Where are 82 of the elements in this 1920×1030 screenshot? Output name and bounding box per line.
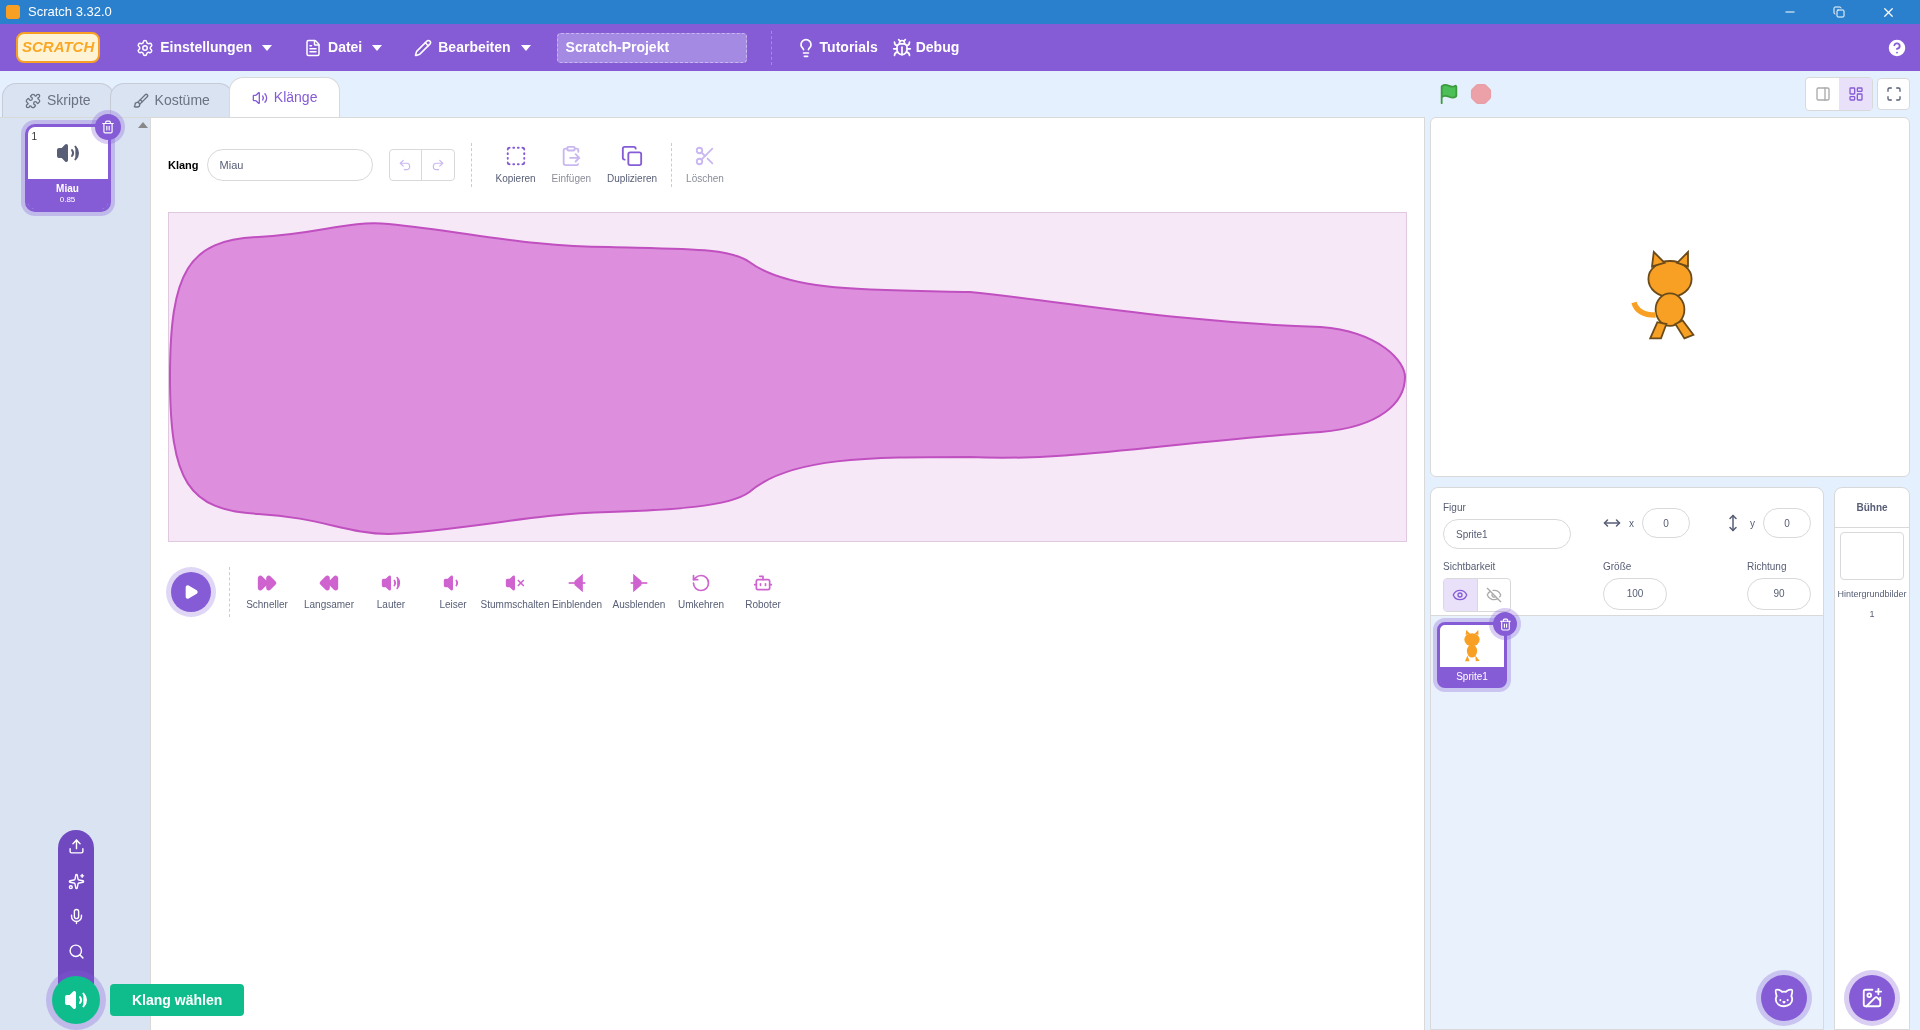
pencil-icon: [414, 38, 433, 57]
mute-icon: [505, 572, 525, 593]
editor-tab[interactable]: Skripte: [2, 83, 114, 117]
menu-link[interactable]: Tutorials: [795, 37, 878, 58]
image-icon: [1861, 987, 1883, 1009]
backdrops-label: Hintergrundbilder: [1837, 588, 1907, 601]
sprite-tile[interactable]: Sprite1: [1437, 622, 1507, 688]
app-icon: [6, 5, 20, 19]
y-label: y: [1750, 516, 1755, 531]
menu-item[interactable]: Einstellungen: [124, 24, 284, 71]
show-button[interactable]: [1444, 578, 1478, 611]
restore-icon[interactable]: [1833, 6, 1845, 18]
tooltip: Klang wählen: [110, 984, 245, 1016]
backdrops-count: 1: [1869, 607, 1875, 621]
gear-icon: [136, 38, 155, 57]
window-title: Scratch 3.32.0: [28, 3, 112, 22]
undo-icon: [398, 158, 413, 172]
fullscreen-icon: [1885, 86, 1902, 102]
toolbar-button[interactable]: Kopieren: [487, 144, 544, 186]
hidden-eye-icon: [1485, 586, 1502, 603]
trash-icon: [1498, 617, 1512, 631]
menu-item[interactable]: Bearbeiten: [402, 24, 543, 71]
caret-icon: [372, 44, 383, 51]
copy-icon: [621, 144, 644, 167]
menu-link[interactable]: Debug: [891, 37, 960, 58]
cat-icon: [1773, 987, 1795, 1009]
search-icon[interactable]: [67, 943, 85, 960]
sound-name-label: Klang: [168, 157, 199, 173]
effect-button[interactable]: Umkehren: [670, 572, 732, 612]
effect-button[interactable]: Ausblenden: [608, 572, 670, 612]
effect-button[interactable]: Schneller: [236, 572, 298, 612]
fade-in-icon: [567, 572, 587, 593]
caret-icon: [262, 44, 272, 51]
speaker-icon: [55, 141, 80, 165]
normal-stage-icon: [1847, 86, 1864, 102]
visibility-label: Sichtbarkeit: [1443, 559, 1497, 574]
stage-size-button[interactable]: [1839, 78, 1872, 110]
sound-name: Miau: [56, 183, 79, 195]
rotate-icon: [691, 572, 711, 593]
puzzle-icon: [25, 92, 41, 109]
redo-icon: [430, 158, 445, 172]
speaker-icon: [381, 572, 401, 593]
caret-icon: [520, 44, 531, 51]
choose-sound-button[interactable]: [52, 976, 100, 1024]
effect-button[interactable]: Lauter: [360, 572, 422, 612]
fullscreen-button[interactable]: [1877, 78, 1910, 110]
flag-icon[interactable]: [1438, 83, 1460, 105]
effect-button[interactable]: Langsamer: [298, 572, 360, 612]
bug-icon: [891, 37, 912, 58]
selection-icon: [504, 144, 527, 167]
backdrop-thumbnail[interactable]: [1840, 532, 1904, 580]
editor-tab[interactable]: Klänge: [228, 77, 341, 117]
choose-sprite-button[interactable]: [1761, 975, 1807, 1021]
sparkle-icon[interactable]: [67, 873, 85, 890]
size-label: Größe: [1603, 559, 1633, 574]
toolbar-button[interactable]: Duplizieren: [599, 144, 666, 186]
trash-icon: [100, 120, 115, 134]
small-stage-icon: [1814, 86, 1831, 102]
play-button[interactable]: [171, 572, 211, 612]
sound-tile[interactable]: 1 Miau 0.85: [24, 124, 111, 212]
speaker-icon: [251, 89, 268, 106]
play-icon: [183, 584, 199, 600]
sprite-label: Figur: [1443, 501, 1467, 515]
fade-out-icon: [629, 572, 649, 593]
help-icon[interactable]: [1886, 36, 1908, 59]
stage-title: Bühne: [1835, 488, 1909, 528]
direction-label: Richtung: [1747, 559, 1788, 574]
rewind-icon: [319, 572, 339, 593]
effect-button[interactable]: Roboter: [732, 572, 794, 612]
sprite-name: Sprite1: [1440, 667, 1504, 685]
brush-icon: [132, 92, 149, 109]
sound-number: 1: [31, 130, 38, 144]
fast-forward-icon: [257, 572, 277, 593]
menu-item[interactable]: Datei: [292, 24, 395, 71]
choose-backdrop-button[interactable]: [1849, 975, 1895, 1021]
document-icon: [304, 38, 322, 57]
sound-duration: 0.85: [59, 195, 76, 205]
x-label: x: [1629, 516, 1634, 531]
scissors-icon: [694, 144, 716, 167]
speaker-plus-icon: [64, 988, 88, 1012]
upload-icon[interactable]: [67, 838, 85, 855]
clipboard-icon: [560, 144, 583, 167]
